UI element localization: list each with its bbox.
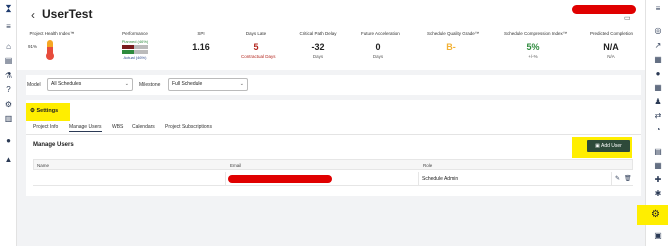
metric-label: Project Health Index™	[29, 31, 75, 36]
milestone-select[interactable]: Full Schedule ⌄	[168, 78, 248, 91]
settings-cog-icon[interactable]: ⚙	[4, 100, 13, 109]
redacted-user-name	[572, 5, 636, 14]
compass-icon[interactable]: ◎	[653, 26, 663, 36]
settings-panel: ⚙ Settings Project Info Manage Users WBS…	[26, 100, 641, 196]
page-title: UserTest	[42, 7, 93, 21]
project-header: ‹ UserTest ▭ Project Health Index™ 91% P…	[17, 0, 645, 70]
back-icon[interactable]: ‹	[31, 8, 35, 22]
chevron-down-icon: ⌄	[124, 81, 129, 87]
metric-future-acceleration[interactable]: Future Acceleration 0 Days	[361, 31, 400, 59]
tab-wbs[interactable]: WBS	[112, 124, 123, 130]
thermometer-icon	[46, 40, 54, 60]
bell-icon[interactable]: ▲	[4, 155, 13, 164]
pie-icon[interactable]: ◔	[653, 125, 663, 135]
column-header-email: Email	[230, 163, 242, 168]
column-header-name: Name	[37, 163, 50, 168]
help-icon[interactable]: ?	[4, 85, 13, 94]
health-value: 91%	[28, 44, 38, 49]
metric-value: 5	[253, 42, 259, 52]
metric-label: Schedule Quality Grade™	[427, 31, 480, 36]
metric-label: Critical Path Delay	[299, 31, 337, 36]
delete-icon[interactable]: 🗑	[624, 175, 632, 182]
metric-value: -32	[311, 42, 325, 52]
model-select[interactable]: All Schedules ⌄	[47, 78, 133, 91]
edit-icon[interactable]: ✎	[615, 175, 620, 182]
flask-icon[interactable]: ⚗	[4, 71, 13, 80]
users-table-header: Name Email Role	[33, 159, 633, 170]
calendar-icon[interactable]: ▦	[653, 161, 663, 171]
metric-sub: Days	[312, 54, 324, 59]
metric-sub: +/-%	[528, 54, 538, 59]
redacted-email	[228, 175, 332, 183]
settings-heading: ⚙ Settings	[30, 108, 59, 114]
metric-sub: Days	[372, 54, 384, 59]
metric-label: Predicted Completion	[590, 31, 634, 36]
person-chart-icon[interactable]: ♟	[653, 97, 663, 107]
left-sidebar: ≡ ⌂ ▤ ⚗ ? ⚙ ▥ ● ▲	[0, 0, 17, 246]
tab-project-subscriptions[interactable]: Project Subscriptions	[165, 124, 212, 130]
milestone-select-value: Full Schedule	[172, 81, 203, 87]
metric-value: 1.16	[192, 42, 210, 52]
chart-icon[interactable]: ↗	[653, 41, 663, 51]
menu-icon[interactable]: ≡	[653, 4, 663, 14]
metric-sub: N/A	[607, 54, 615, 59]
metric-label: SPI	[197, 31, 205, 36]
metric-label: Performance	[122, 31, 148, 36]
robot-icon[interactable]: ▣	[653, 231, 663, 241]
tabs-divider	[26, 134, 641, 135]
filter-bar: Model All Schedules ⌄ Milestone Full Sch…	[26, 75, 641, 95]
metric-value: B-	[446, 42, 456, 52]
metric-label: Future Acceleration	[361, 31, 400, 36]
gear-icon: ⚙	[30, 108, 35, 114]
tab-manage-users[interactable]: Manage Users	[69, 124, 102, 132]
metric-label: Days Late	[245, 31, 267, 36]
metric-value: 5%	[526, 42, 540, 52]
home-icon[interactable]: ⌂	[4, 42, 13, 51]
metric-spi[interactable]: SPI 1.16	[189, 31, 213, 52]
tab-calendars[interactable]: Calendars	[132, 124, 155, 130]
grid-icon[interactable]: ▦	[653, 83, 663, 93]
metric-health-index[interactable]: Project Health Index™ 91%	[25, 31, 79, 61]
performance-planned: Planned (46%)	[121, 39, 149, 44]
calendar-icon[interactable]: ▦	[653, 55, 663, 65]
metric-critical-path-delay[interactable]: Critical Path Delay -32 Days	[299, 31, 337, 59]
milestone-label: Milestone	[139, 82, 161, 88]
puzzle-icon[interactable]: ✚	[653, 175, 663, 185]
menu-icon[interactable]: ≡	[4, 22, 13, 31]
model-label: Model	[27, 82, 41, 88]
table-row[interactable]: Schedule Admin ✎ 🗑	[33, 172, 633, 186]
column-header-role: Role	[423, 163, 433, 168]
metric-label: Schedule Compression Index™	[504, 31, 568, 36]
metric-value: 0	[375, 42, 381, 52]
globe-icon[interactable]: ●	[653, 69, 663, 79]
metric-compression-index[interactable]: Schedule Compression Index™ 5% +/-%	[504, 31, 568, 59]
metric-value: N/A	[603, 42, 619, 52]
building-icon[interactable]: ▥	[4, 114, 13, 123]
tab-project-info[interactable]: Project Info	[33, 124, 58, 130]
metric-performance[interactable]: Performance Planned (46%) Actual (46%)	[115, 31, 155, 60]
brand-logo[interactable]	[4, 4, 13, 13]
user-icon[interactable]: ●	[4, 136, 13, 145]
metric-sub: Contractual Days	[241, 54, 276, 59]
swap-icon[interactable]: ⇄	[653, 111, 663, 121]
asterisk-icon[interactable]: ✱	[653, 189, 663, 199]
add-user-button[interactable]: ▣ Add User	[587, 140, 630, 152]
manage-users-title: Manage Users	[33, 142, 74, 148]
performance-bar	[122, 45, 148, 54]
clipboard-icon[interactable]: ▤	[653, 147, 663, 157]
chevron-down-icon: ⌄	[239, 81, 244, 87]
settings-gear-icon[interactable]: ⚙	[651, 209, 660, 220]
row-role: Schedule Admin	[422, 176, 459, 182]
document-icon[interactable]: ▤	[4, 56, 13, 65]
metric-days-late[interactable]: Days Late 5 Contractual Days	[241, 31, 276, 59]
metric-quality-grade[interactable]: Schedule Quality Grade™ B-	[427, 31, 480, 52]
add-icon: ▣	[595, 143, 600, 149]
chat-icon[interactable]: ▭	[624, 14, 631, 22]
metric-predicted-completion[interactable]: Predicted Completion N/A N/A	[590, 31, 634, 59]
performance-actual: Actual (46%)	[123, 55, 147, 60]
model-select-value: All Schedules	[51, 81, 82, 87]
